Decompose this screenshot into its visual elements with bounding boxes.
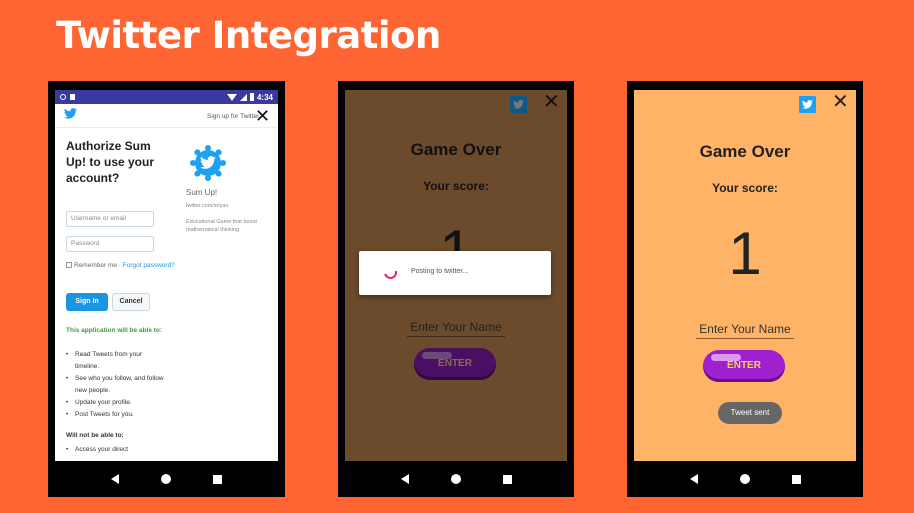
twitter-header: Sign up for Twitter ✕ xyxy=(55,104,278,128)
score-value: 1 xyxy=(728,220,762,287)
list-item: Post Tweets for you. xyxy=(66,409,166,421)
phone-tweet-sent: ✕ Game Over Your score: 1 Enter Your Nam… xyxy=(627,81,863,497)
game-over-title: Game Over xyxy=(699,142,791,161)
remember-checkbox[interactable] xyxy=(66,262,72,269)
enter-label: ENTER xyxy=(727,360,761,371)
enter-button[interactable]: ENTER xyxy=(414,348,496,380)
list-item: Access your direct xyxy=(66,444,166,456)
wifi-icon xyxy=(226,93,237,101)
nav-back-icon[interactable] xyxy=(689,474,698,484)
status-bar: 4:34 xyxy=(55,90,278,104)
android-nav-bar xyxy=(627,461,863,497)
nav-back-icon[interactable] xyxy=(111,474,119,484)
permissions-list: Read Tweets from your timeline. See who … xyxy=(66,349,166,421)
username-input[interactable]: Username or email xyxy=(66,211,154,227)
sd-card-icon xyxy=(70,94,75,100)
name-input[interactable]: Enter Your Name xyxy=(407,320,505,337)
authorize-title: Authorize Sum Up! to use your account? xyxy=(66,139,155,185)
list-item: See who you follow, and follow new peopl… xyxy=(66,373,166,397)
app-logo-icon xyxy=(190,145,226,181)
posting-dialog: Posting to twitter... xyxy=(359,251,551,295)
twitter-bird-icon[interactable] xyxy=(64,108,77,119)
enter-button[interactable]: ENTER xyxy=(703,350,785,382)
game-over-title: Game Over xyxy=(410,140,502,159)
phone-posting: ✕ Game Over Your score: 1 Enter Your Nam… xyxy=(338,81,574,497)
authorize-screen: 4:34 Sign up for Twitter ✕ Authorize Sum… xyxy=(55,90,278,461)
nav-recent-icon[interactable] xyxy=(502,474,512,484)
close-icon[interactable]: ✕ xyxy=(543,92,560,112)
loading-spinner-icon xyxy=(381,263,400,282)
permissions-heading: This application will be able to: xyxy=(66,327,163,334)
android-nav-bar xyxy=(48,461,285,497)
score-label: Your score: xyxy=(423,179,489,193)
nav-recent-icon[interactable] xyxy=(213,474,222,484)
enter-label: ENTER xyxy=(438,358,472,369)
twitter-bird-icon xyxy=(802,100,813,109)
battery-icon xyxy=(249,93,254,101)
forgot-password-link[interactable]: Forgot password? xyxy=(123,262,175,269)
not-able-heading: Will not be able to: xyxy=(66,432,124,439)
game-over-screen: ✕ Game Over Your score: 1 Enter Your Nam… xyxy=(345,90,567,461)
nav-home-icon[interactable] xyxy=(450,474,461,484)
notification-icon xyxy=(60,94,66,100)
cell-signal-icon xyxy=(239,93,247,101)
twitter-share-button[interactable] xyxy=(510,96,527,113)
android-nav-bar xyxy=(338,461,574,497)
score-label: Your score: xyxy=(712,181,778,195)
password-input[interactable]: Password xyxy=(66,236,154,252)
twitter-bird-icon xyxy=(513,100,524,109)
signup-link[interactable]: Sign up for Twitter xyxy=(207,113,259,120)
sign-in-button[interactable]: Sign In xyxy=(66,293,108,311)
not-able-list: Access your direct xyxy=(66,444,166,456)
nav-back-icon[interactable] xyxy=(400,474,409,484)
nav-recent-icon[interactable] xyxy=(791,474,801,484)
nav-home-icon[interactable] xyxy=(161,474,171,484)
close-icon[interactable]: ✕ xyxy=(832,92,849,112)
close-icon[interactable]: ✕ xyxy=(255,107,270,125)
cancel-button[interactable]: Cancel xyxy=(112,293,150,311)
nav-home-icon[interactable] xyxy=(739,474,750,484)
phone-authorize: 4:34 Sign up for Twitter ✕ Authorize Sum… xyxy=(48,81,285,497)
app-name: Sum Up! xyxy=(186,188,218,197)
game-over-screen: ✕ Game Over Your score: 1 Enter Your Nam… xyxy=(634,90,856,461)
twitter-share-button[interactable] xyxy=(799,96,816,113)
name-input[interactable]: Enter Your Name xyxy=(696,322,794,339)
slide-title: Twitter Integration xyxy=(56,14,441,57)
app-url[interactable]: twitter.com/sriyan xyxy=(186,203,228,209)
remember-label: Remember me · xyxy=(74,262,121,269)
tweet-sent-toast: Tweet sent xyxy=(718,402,782,424)
app-description: Educational Game that boost mathematical… xyxy=(186,219,257,233)
list-item: Read Tweets from your timeline. xyxy=(66,349,166,373)
remember-row: Remember me · Forgot password? xyxy=(66,261,176,271)
dialog-text: Posting to twitter... xyxy=(411,268,469,275)
status-time: 4:34 xyxy=(256,92,273,102)
list-item: Update your profile. xyxy=(66,397,166,409)
